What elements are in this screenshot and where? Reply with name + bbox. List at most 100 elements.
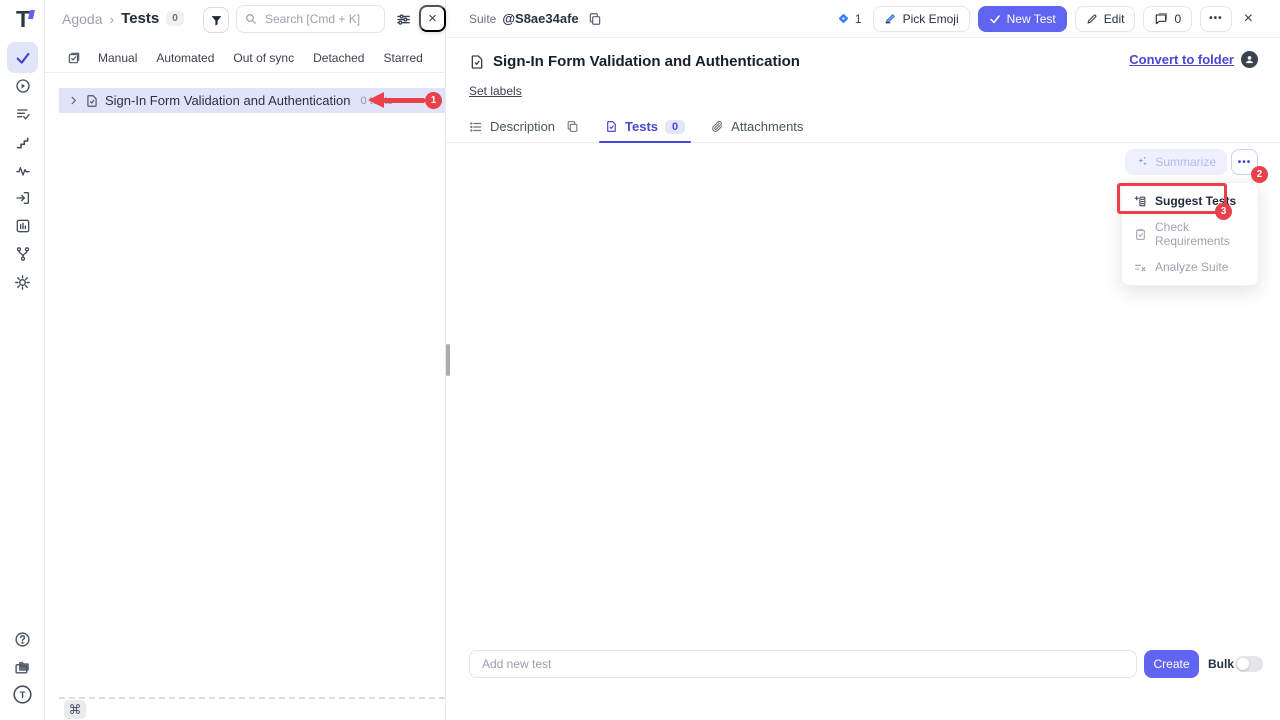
search-icon [245,13,257,25]
rail-item-projects[interactable] [7,653,38,681]
rail-item-tests[interactable] [7,42,38,73]
menu-item-analyze-suite[interactable]: Analyze Suite [1122,254,1258,280]
play-circle-icon [15,78,31,94]
app-logo-icon[interactable]: T [10,6,36,32]
breadcrumb-project[interactable]: Agoda [62,11,102,27]
icon-rail: T [0,0,45,720]
pulse-icon [15,163,31,179]
tree-footer-divider [59,697,445,699]
help-icon [14,631,31,648]
tab-attachments[interactable]: Attachments [711,111,803,142]
convert-to-folder-wrap: Convert to folder [1129,51,1258,68]
tab-automated[interactable]: Automated [156,51,214,65]
rail-item-reports[interactable] [7,212,38,240]
app-logo-letter: T [16,6,30,32]
rail-item-import[interactable] [7,184,38,212]
svg-text:T: T [20,690,26,701]
suite-header: Suite @S8ae34afe 1 Pick Emoji New Test [446,0,1280,38]
suite-header-actions: 1 Pick Emoji New Test Edit 0 [837,6,1257,32]
tests-count-badge: 0 [665,120,685,134]
new-test-button[interactable]: New Test [978,6,1067,32]
list-check-icon [15,106,31,122]
diamond-icon [837,12,850,25]
tab-attachments-label: Attachments [731,119,803,134]
jira-link-indicator[interactable]: 1 [837,12,862,26]
annotation-badge-2: 2 [1251,166,1268,183]
folders-icon [14,659,31,676]
branch-icon [15,246,31,262]
summarize-button[interactable]: Summarize [1125,149,1227,175]
tree-suite-title: Sign-In Form Validation and Authenticati… [105,93,350,108]
check-icon [15,50,31,66]
analyze-icon [1134,261,1147,274]
rail-item-steps[interactable] [7,129,38,157]
panel-resize-handle[interactable] [446,344,450,376]
rail-item-plans[interactable] [7,100,38,128]
pick-emoji-label: Pick Emoji [903,12,959,26]
tab-description-label: Description [490,119,555,134]
annotation-highlight-rect [1117,183,1227,214]
suite-title-row: Sign-In Form Validation and Authenticati… [469,53,800,70]
assignee-avatar[interactable] [1241,51,1258,68]
import-box-icon [15,190,31,206]
rail-item-help[interactable] [7,625,38,653]
bulk-toggle[interactable] [1235,656,1263,672]
chevron-right-icon[interactable] [68,95,79,106]
rail-item-profile[interactable]: T [7,680,38,708]
gear-icon [14,274,31,291]
tab-starred[interactable]: Starred [383,51,422,65]
command-shortcut-key[interactable]: ⌘ [64,700,86,719]
new-test-label: New Test [1007,12,1056,26]
annotation-badge-1: 1 [425,92,442,109]
tab-out-of-sync[interactable]: Out of sync [233,51,294,65]
rail-item-pulse[interactable] [7,157,38,185]
rail-item-settings[interactable] [7,268,38,296]
emoji-pen-icon [884,12,897,25]
ai-actions-group: Summarize ••• [1125,149,1258,175]
breadcrumb-section[interactable]: Tests [121,10,159,27]
tab-tests[interactable]: Tests 0 [605,111,685,142]
edit-label: Edit [1104,12,1125,26]
more-actions-button[interactable]: ••• [1200,6,1232,32]
sparkles-icon [1136,156,1149,169]
add-new-test-input[interactable] [469,650,1137,678]
copy-suite-id-button[interactable] [588,12,602,26]
adjustments-icon[interactable] [396,12,411,27]
tree-panel-topbar: Agoda › Tests 0 × [45,0,445,42]
menu-item-check-requirements[interactable]: Check Requirements [1122,214,1258,254]
tab-manual[interactable]: Manual [98,51,137,65]
tab-detached[interactable]: Detached [313,51,364,65]
convert-to-folder-link[interactable]: Convert to folder [1129,52,1234,67]
paperclip-icon [711,120,724,133]
ellipsis-icon: ••• [1238,157,1252,168]
command-icon: ⌘ [69,702,82,718]
bar-chart-icon [15,218,31,234]
search-input[interactable] [263,11,376,27]
close-suite-button[interactable]: × [1240,10,1257,28]
rail-item-runs[interactable] [7,72,38,100]
diamond-count: 1 [855,12,862,26]
tab-description[interactable]: Description [469,111,579,142]
suite-doc-icon [85,94,99,108]
filter-button[interactable] [203,7,229,33]
funnel-icon [210,14,223,27]
select-all-icon[interactable] [67,51,81,65]
tests-count-badge: 0 [166,11,184,26]
annotation-arrow-icon [368,92,384,108]
pick-emoji-button[interactable]: Pick Emoji [873,6,970,32]
breadcrumb-separator: › [109,11,114,27]
search-box[interactable] [236,5,385,33]
toggle-knob [1237,658,1249,670]
set-labels-link[interactable]: Set labels [469,84,522,98]
tree-filter-tabs: Manual Automated Out of sync Detached St… [45,44,445,73]
create-button[interactable]: Create [1144,650,1199,678]
collapse-panel-button[interactable]: × [419,5,446,32]
suite-id: @S8ae34afe [502,11,578,26]
annotation-badge-3: 3 [1215,203,1232,220]
profile-logo-icon: T [12,684,33,705]
edit-button[interactable]: Edit [1075,6,1136,32]
comments-button[interactable]: 0 [1143,6,1192,32]
copy-description-icon[interactable] [566,120,579,133]
rail-item-branches[interactable] [7,240,38,268]
suite-type-label: Suite [469,12,496,26]
